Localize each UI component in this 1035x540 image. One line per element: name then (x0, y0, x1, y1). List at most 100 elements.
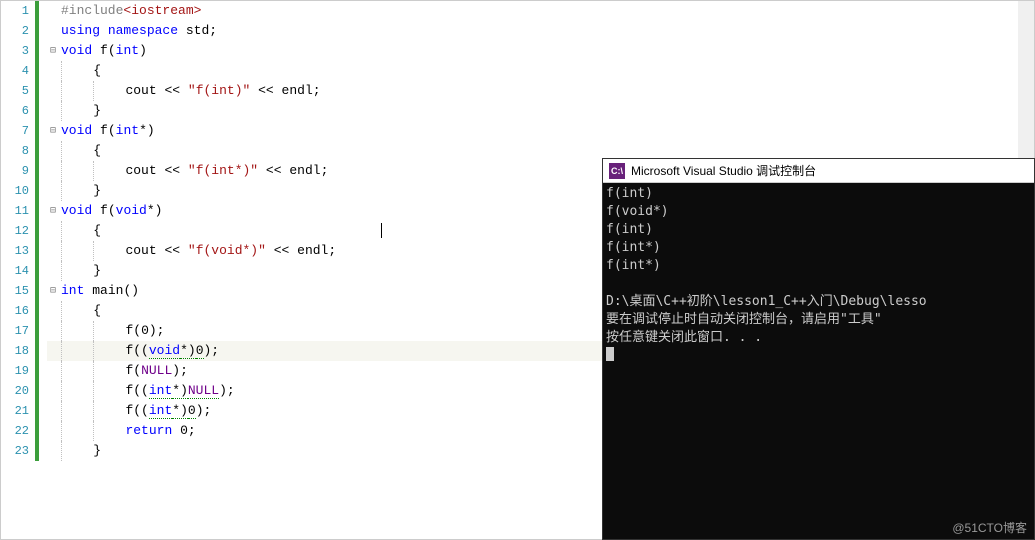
token-kw: void (149, 343, 180, 359)
fold-toggle-icon[interactable]: ⊟ (47, 122, 59, 142)
token-str: "f(void*)" (188, 243, 266, 258)
line-number: 5 (1, 81, 29, 101)
token-kw: return (125, 423, 172, 438)
line-number: 13 (1, 241, 29, 261)
line-number-gutter: 1234567891011121314151617181920212223 (1, 1, 35, 461)
token-str: "f(int*)" (188, 163, 258, 178)
token-punc: ; (328, 243, 336, 258)
code-line[interactable]: ⊟void f(int) (47, 41, 1034, 61)
token-punc: (( (133, 403, 149, 418)
change-indicator-bar (35, 1, 39, 461)
line-number: 12 (1, 221, 29, 241)
vs-console-icon: C:\ (609, 163, 625, 179)
fold-toggle-icon (47, 102, 59, 122)
line-number: 18 (1, 341, 29, 361)
fold-toggle-icon[interactable]: ⊟ (47, 42, 59, 62)
token-id: 0 (196, 343, 204, 359)
token-id: f (100, 123, 108, 138)
token-punc: ); (219, 383, 235, 398)
fold-toggle-icon (47, 362, 59, 382)
fold-toggle-icon (47, 62, 59, 82)
token-punc: { (93, 63, 101, 78)
line-number: 1 (1, 1, 29, 21)
token-punc: *) (139, 123, 155, 138)
fold-toggle-icon (47, 442, 59, 462)
line-number: 11 (1, 201, 29, 221)
token-id: 0 (188, 403, 196, 419)
token-punc: ; (313, 83, 321, 98)
console-titlebar[interactable]: C:\ Microsoft Visual Studio 调试控制台 (603, 159, 1034, 183)
token-punc: ); (204, 343, 220, 358)
line-number: 4 (1, 61, 29, 81)
line-number: 19 (1, 361, 29, 381)
token-id: main (92, 283, 123, 298)
fold-toggle-icon (47, 162, 59, 182)
token-kw: void (61, 43, 92, 58)
token-punc: } (93, 443, 101, 458)
token-punc: ); (196, 403, 212, 418)
console-output: f(int) f(void*) f(int) f(int*) f(int*) D… (603, 183, 1034, 369)
fold-toggle-icon (47, 22, 59, 42)
line-number: 9 (1, 161, 29, 181)
token-punc: << (266, 163, 282, 178)
token-macro: NULL (141, 363, 172, 378)
token-id: 0 (180, 423, 188, 438)
token-punc: } (93, 183, 101, 198)
token-punc: (( (133, 343, 149, 358)
fold-toggle-icon (47, 142, 59, 162)
fold-toggle-icon[interactable]: ⊟ (47, 202, 59, 222)
code-line[interactable]: ⊟void f(int*) (47, 121, 1034, 141)
token-punc: << (164, 83, 180, 98)
token-macro: NULL (188, 383, 219, 399)
token-str: "f(int)" (188, 83, 250, 98)
token-kw: using (61, 23, 100, 38)
code-line[interactable]: cout << "f(int)" << endl; (47, 81, 1034, 101)
line-number: 6 (1, 101, 29, 121)
line-number: 2 (1, 21, 29, 41)
token-punc: ( (133, 323, 141, 338)
fold-toggle-icon (47, 302, 59, 322)
token-kw: int (149, 403, 172, 419)
token-punc: ( (108, 123, 116, 138)
fold-toggle-icon[interactable]: ⊟ (47, 282, 59, 302)
token-punc: (( (133, 383, 149, 398)
token-punc: ; (209, 23, 217, 38)
token-punc: << (258, 83, 274, 98)
token-id: cout (125, 163, 156, 178)
fold-toggle-icon (47, 182, 59, 202)
token-id: f (100, 43, 108, 58)
token-id: endl (289, 163, 320, 178)
token-kw: namespace (108, 23, 178, 38)
line-number: 8 (1, 141, 29, 161)
watermark: @51CTO博客 (952, 519, 1027, 536)
debug-console-window[interactable]: C:\ Microsoft Visual Studio 调试控制台 f(int)… (602, 158, 1035, 540)
line-number: 10 (1, 181, 29, 201)
code-line[interactable]: #include<iostream> (47, 1, 1034, 21)
text-cursor-icon (381, 223, 382, 238)
token-punc: *) (172, 383, 188, 399)
token-punc: ( (133, 363, 141, 378)
token-punc: { (93, 303, 101, 318)
token-punc: << (164, 243, 180, 258)
token-punc: << (274, 243, 290, 258)
code-line[interactable]: { (47, 61, 1034, 81)
line-number: 7 (1, 121, 29, 141)
token-punc: ); (149, 323, 165, 338)
token-punc: ) (139, 43, 147, 58)
token-punc: } (93, 103, 101, 118)
token-id: cout (125, 243, 156, 258)
token-kw: int (149, 383, 172, 399)
token-id: endl (297, 243, 328, 258)
token-punc: *) (180, 343, 196, 359)
fold-toggle-icon (47, 422, 59, 442)
token-kw: int (116, 43, 139, 58)
token-kw: int (61, 283, 84, 298)
fold-toggle-icon (47, 222, 59, 242)
fold-toggle-icon (47, 262, 59, 282)
token-kw: int (116, 123, 139, 138)
code-line[interactable]: using namespace std; (47, 21, 1034, 41)
line-number: 3 (1, 41, 29, 61)
code-line[interactable]: } (47, 101, 1034, 121)
token-kw: void (61, 203, 92, 218)
fold-toggle-icon (47, 2, 59, 22)
